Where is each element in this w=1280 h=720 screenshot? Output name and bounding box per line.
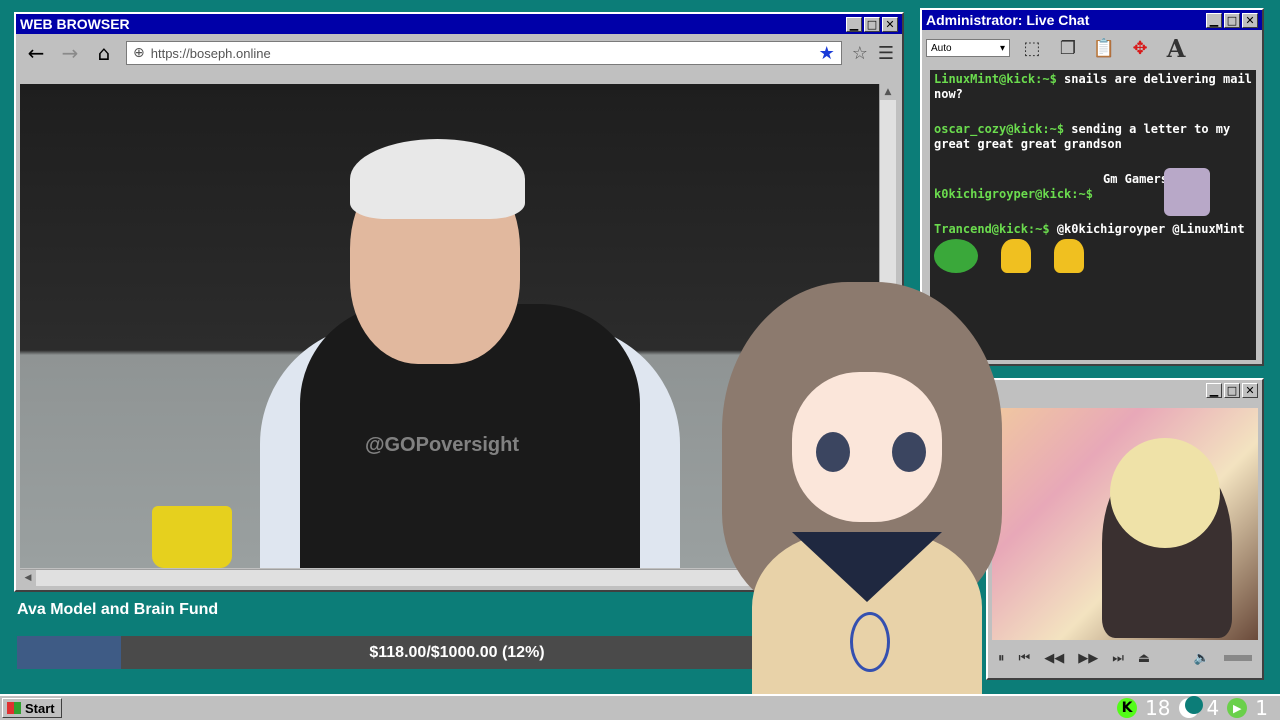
url-text[interactable]: https://boseph.online	[151, 46, 813, 61]
avatar-left-eye	[816, 432, 850, 472]
eject-icon[interactable]: ⏏	[1138, 651, 1150, 666]
browser-maximize-button[interactable]: □	[864, 16, 880, 32]
browser-navbar: ← → ⌂ ⊕ https://boseph.online ★ ☆ ☰	[16, 34, 902, 72]
chat-username[interactable]: Trancend@kick:~$	[934, 222, 1050, 236]
chat-message: LinuxMint@kick:~$ snails are delivering …	[934, 72, 1252, 102]
favorites-star-icon[interactable]: ☆	[852, 43, 868, 64]
player-minimize-button[interactable]: ▁	[1206, 382, 1222, 398]
chat-username[interactable]: k0kichigroyper@kick:~$	[934, 187, 1093, 201]
media-player-artwork	[992, 408, 1258, 640]
browser-close-button[interactable]: ✕	[882, 16, 898, 32]
taskbar: Start K 18 4 ▶ 1	[0, 694, 1280, 720]
photo-watermark: @GOPoversight	[365, 434, 519, 456]
chat-close-button[interactable]: ✕	[1242, 12, 1258, 28]
font-size-select[interactable]: Auto ▾	[926, 39, 1010, 57]
fund-title: Ava Model and Brain Fund	[17, 601, 219, 618]
volume-slider[interactable]	[1224, 655, 1252, 661]
kick-logo-icon[interactable]: K	[1117, 698, 1138, 718]
avatar-right-eye	[892, 432, 926, 472]
chat-username[interactable]: oscar_cozy@kick:~$	[934, 122, 1064, 136]
hamburger-menu-icon[interactable]: ☰	[878, 43, 894, 64]
player-close-button[interactable]: ✕	[1242, 382, 1258, 398]
home-icon[interactable]: ⌂	[92, 41, 116, 65]
chat-maximize-button[interactable]: □	[1224, 12, 1240, 28]
browser-minimize-button[interactable]: ▁	[846, 16, 862, 32]
copy-icon[interactable]: ❐	[1054, 34, 1082, 62]
chat-titlebar[interactable]: Administrator: Live Chat ▁ □ ✕	[922, 10, 1262, 30]
chat-minimize-button[interactable]: ▁	[1206, 12, 1222, 28]
paste-icon[interactable]: 📋	[1090, 34, 1118, 62]
avatar-ribbon-bow	[850, 612, 890, 672]
back-arrow-icon[interactable]: ←	[24, 41, 48, 65]
windows-logo-icon	[7, 702, 21, 714]
chat-message: oscar_cozy@kick:~$ sending a letter to m…	[934, 122, 1252, 152]
address-bar[interactable]: ⊕ https://boseph.online ★	[126, 41, 842, 65]
media-player-titlebar[interactable]: ▁ □ ✕	[988, 380, 1262, 400]
kick-count: 18	[1145, 696, 1171, 720]
media-player-window[interactable]: ▁ □ ✕ ⏸ ⏮ ◀◀ ▶▶ ⏭ ⏏ 🔈	[986, 378, 1264, 680]
dropdown-arrow-icon: ▾	[999, 42, 1005, 54]
start-button[interactable]: Start	[2, 698, 62, 718]
moon-icon[interactable]	[1178, 696, 1203, 718]
photo-hair	[350, 139, 525, 219]
photo-cup	[152, 506, 232, 568]
play-count: 1	[1255, 696, 1268, 720]
fast-forward-icon[interactable]: ▶▶	[1078, 651, 1098, 666]
select-marquee-icon[interactable]: ⬚	[1018, 34, 1046, 62]
chat-message: Trancend@kick:~$ @k0kichigroyper @LinuxM…	[934, 222, 1252, 273]
chat-username[interactable]: LinuxMint@kick:~$	[934, 72, 1057, 86]
rewind-icon[interactable]: ◀◀	[1044, 651, 1064, 666]
player-maximize-button[interactable]: □	[1224, 382, 1240, 398]
start-label: Start	[25, 700, 55, 716]
play-icon[interactable]: ▶	[1227, 698, 1248, 718]
system-tray: K 18 4 ▶ 1	[1117, 696, 1280, 720]
chat-toolbar: Auto ▾ ⬚ ❐ 📋 ✥ A	[922, 30, 1262, 66]
font-size-select-value: Auto	[931, 42, 952, 54]
chat-title: Administrator: Live Chat	[926, 12, 1090, 28]
volume-icon[interactable]: 🔈	[1194, 651, 1210, 666]
scroll-left-arrow-icon[interactable]: ◀	[20, 570, 36, 586]
artwork-figure-head	[1110, 438, 1220, 548]
scroll-up-arrow-icon[interactable]: ▲	[880, 84, 896, 100]
forward-arrow-icon[interactable]: →	[58, 41, 82, 65]
browser-title: WEB BROWSER	[20, 16, 130, 32]
chat-text: @k0kichigroyper @LinuxMint	[1049, 222, 1245, 236]
next-track-icon[interactable]: ⏭	[1112, 651, 1124, 666]
frog-emote-icon	[934, 239, 978, 273]
globe-icon: ⊕	[133, 45, 145, 61]
font-icon[interactable]: A	[1162, 34, 1190, 63]
previous-track-icon[interactable]: ⏮	[1019, 651, 1031, 666]
fullscreen-icon[interactable]: ✥	[1126, 34, 1154, 62]
browser-titlebar[interactable]: WEB BROWSER ▁ □ ✕	[16, 14, 902, 34]
media-controls: ⏸ ⏮ ◀◀ ▶▶ ⏭ ⏏ 🔈	[992, 644, 1258, 672]
bookmark-star-filled-icon[interactable]: ★	[819, 43, 835, 64]
raincoat-emote-icon	[1001, 239, 1032, 273]
raincoat-emote-icon	[1054, 239, 1085, 273]
moon-count: 4	[1206, 696, 1220, 720]
cat-emote-icon	[1164, 168, 1210, 216]
vtuber-avatar	[712, 282, 1012, 720]
